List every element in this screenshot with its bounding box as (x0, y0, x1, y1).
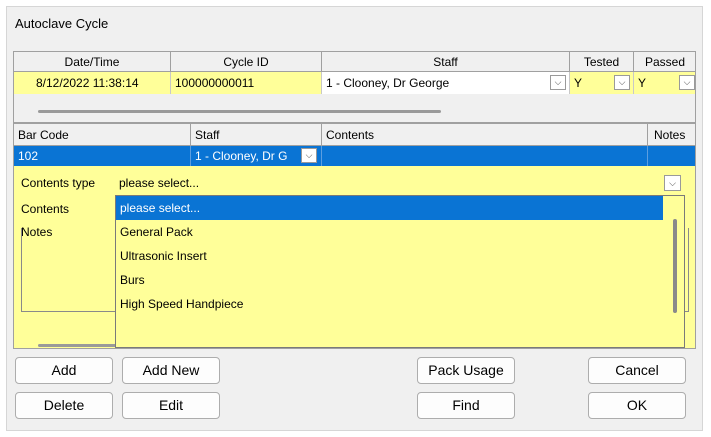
cell-passed-value: Y (638, 76, 647, 90)
chevron-down-icon[interactable]: ⌵ (301, 148, 317, 163)
cancel-button[interactable]: Cancel (588, 357, 686, 384)
contents-label: Contents (21, 202, 70, 216)
dropdown-option[interactable]: General Pack (116, 220, 663, 244)
contents-type-select[interactable]: please select... (115, 174, 685, 192)
col-header-cycle-id[interactable]: Cycle ID (171, 52, 322, 72)
contents-type-dropdown-list[interactable]: please select... General Pack Ultrasonic… (115, 195, 685, 348)
cell-staff-value: 1 - Clooney, Dr George (326, 76, 450, 90)
cell-staff-select[interactable]: 1 - Clooney, Dr George ⌵ (322, 72, 570, 94)
dropdown-vertical-scrollbar[interactable] (673, 219, 677, 313)
cell-cycle-id[interactable]: 100000000011 (171, 72, 322, 94)
cell-tested-value: Y (574, 76, 583, 90)
edit-button[interactable]: Edit (122, 392, 220, 419)
cell-tested-select[interactable]: Y ⌵ (570, 72, 634, 94)
col-header-tested[interactable]: Tested (570, 52, 634, 72)
dropdown-option[interactable]: High Speed Handpiece (116, 292, 663, 316)
cycle-grid-horizontal-scrollbar[interactable] (38, 110, 441, 113)
cell-item-staff-value: 1 - Clooney, Dr G (195, 149, 288, 163)
add-button[interactable]: Add (15, 357, 113, 384)
autoclave-cycle-window: Autoclave Cycle Date/Time Cycle ID Staff… (6, 6, 703, 431)
chevron-down-icon[interactable]: ⌵ (664, 175, 681, 191)
window-title: Autoclave Cycle (15, 16, 109, 31)
col-header-item-staff[interactable]: Staff (191, 124, 322, 146)
delete-button[interactable]: Delete (15, 392, 113, 419)
chevron-down-icon[interactable]: ⌵ (614, 75, 630, 90)
dropdown-option[interactable]: Ultrasonic Insert (116, 244, 663, 268)
col-header-notes[interactable]: Notes (648, 124, 695, 146)
cell-item-staff-select[interactable]: 1 - Clooney, Dr G ⌵ (191, 146, 322, 166)
chevron-down-icon[interactable]: ⌵ (679, 75, 695, 90)
col-header-contents[interactable]: Contents (322, 124, 648, 146)
dropdown-option[interactable]: please select... (116, 196, 663, 220)
col-header-bar-code[interactable]: Bar Code (14, 124, 191, 146)
col-header-datetime[interactable]: Date/Time (14, 52, 171, 72)
contents-type-label: Contents type (21, 176, 96, 190)
find-button[interactable]: Find (417, 392, 515, 419)
add-new-button[interactable]: Add New (122, 357, 220, 384)
table-row-selected[interactable]: 102 1 - Clooney, Dr G ⌵ (14, 146, 695, 166)
cell-contents[interactable] (322, 146, 648, 166)
ok-button[interactable]: OK (588, 392, 686, 419)
dropdown-option[interactable]: Burs (116, 268, 663, 292)
cell-notes[interactable] (648, 146, 695, 166)
col-header-passed[interactable]: Passed (634, 52, 695, 72)
cycle-grid: Date/Time Cycle ID Staff Tested Passed 8… (13, 51, 696, 123)
cell-datetime[interactable]: 8/12/2022 11:38:14 (14, 72, 171, 94)
cell-bar-code[interactable]: 102 (14, 146, 191, 166)
chevron-down-icon[interactable]: ⌵ (550, 75, 566, 90)
pack-usage-button[interactable]: Pack Usage (417, 357, 515, 384)
col-header-staff[interactable]: Staff (322, 52, 570, 72)
cell-passed-select[interactable]: Y ⌵ (634, 72, 695, 94)
